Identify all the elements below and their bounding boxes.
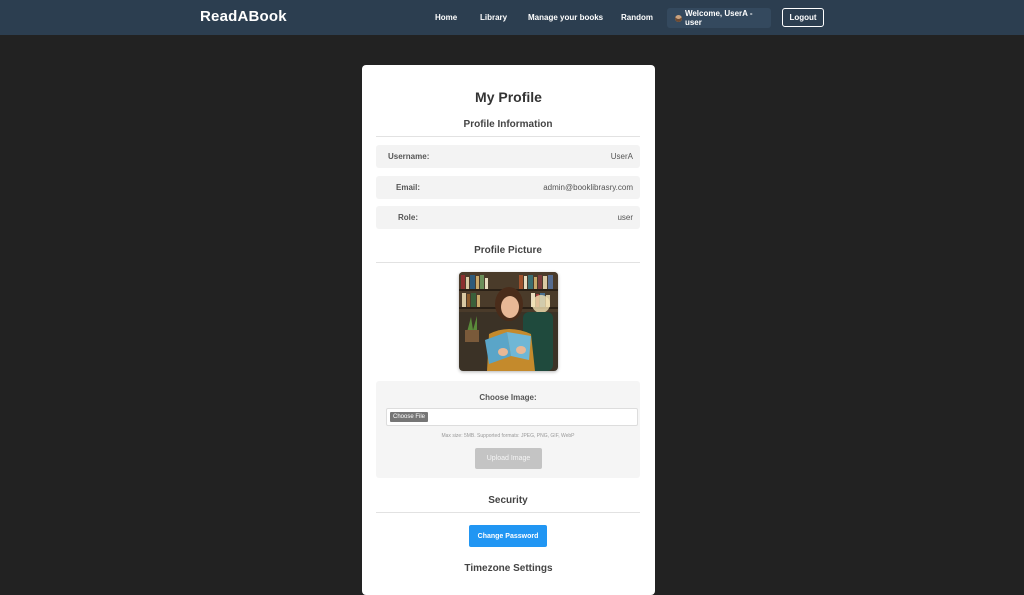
choose-file-button[interactable]: Choose File: [390, 412, 429, 422]
role-row: Role: user: [376, 206, 640, 229]
choose-image-label: Choose Image:: [479, 393, 537, 402]
nav-link-manage-books[interactable]: Manage your books: [528, 13, 603, 22]
timezone-settings-heading: Timezone Settings: [464, 563, 553, 574]
profile-card: My Profile Profile Information Username:…: [362, 65, 655, 595]
email-value: admin@booklibrasry.com: [543, 183, 633, 192]
nav-link-library[interactable]: Library: [480, 13, 507, 22]
upload-image-button[interactable]: Upload Image: [475, 448, 542, 469]
role-label: Role:: [398, 213, 418, 222]
profile-picture-heading: Profile Picture: [376, 245, 640, 263]
upload-panel: Choose Image: Choose File Max size: 5MB.…: [376, 381, 640, 478]
email-label: Email:: [396, 183, 421, 192]
user-avatar-icon: [675, 14, 682, 22]
logout-button[interactable]: Logout: [782, 8, 824, 27]
file-size-hint: Max size: 5MB. Supported formats: JPEG, …: [441, 433, 575, 439]
email-row: Email: admin@booklibrasry.com: [376, 176, 640, 199]
profile-information-heading: Profile Information: [376, 119, 640, 137]
page-title: My Profile: [475, 89, 542, 105]
username-label: Username:: [388, 152, 430, 161]
security-heading: Security: [376, 495, 640, 513]
nav-link-random[interactable]: Random: [621, 13, 653, 22]
change-password-button[interactable]: Change Password: [469, 525, 547, 547]
file-input[interactable]: Choose File: [386, 408, 638, 426]
username-row: Username: UserA: [376, 145, 640, 168]
brand-logo[interactable]: ReadABook: [200, 8, 287, 25]
profile-photo-image: [459, 272, 558, 371]
role-value: user: [617, 213, 633, 222]
username-value: UserA: [610, 152, 633, 161]
profile-picture: [459, 272, 558, 371]
top-navbar: ReadABook Home Library Manage your books…: [0, 0, 1024, 35]
welcome-badge: Welcome, UserA - user: [667, 8, 771, 28]
welcome-text: Welcome, UserA - user: [684, 9, 753, 27]
nav-link-home[interactable]: Home: [435, 13, 457, 22]
